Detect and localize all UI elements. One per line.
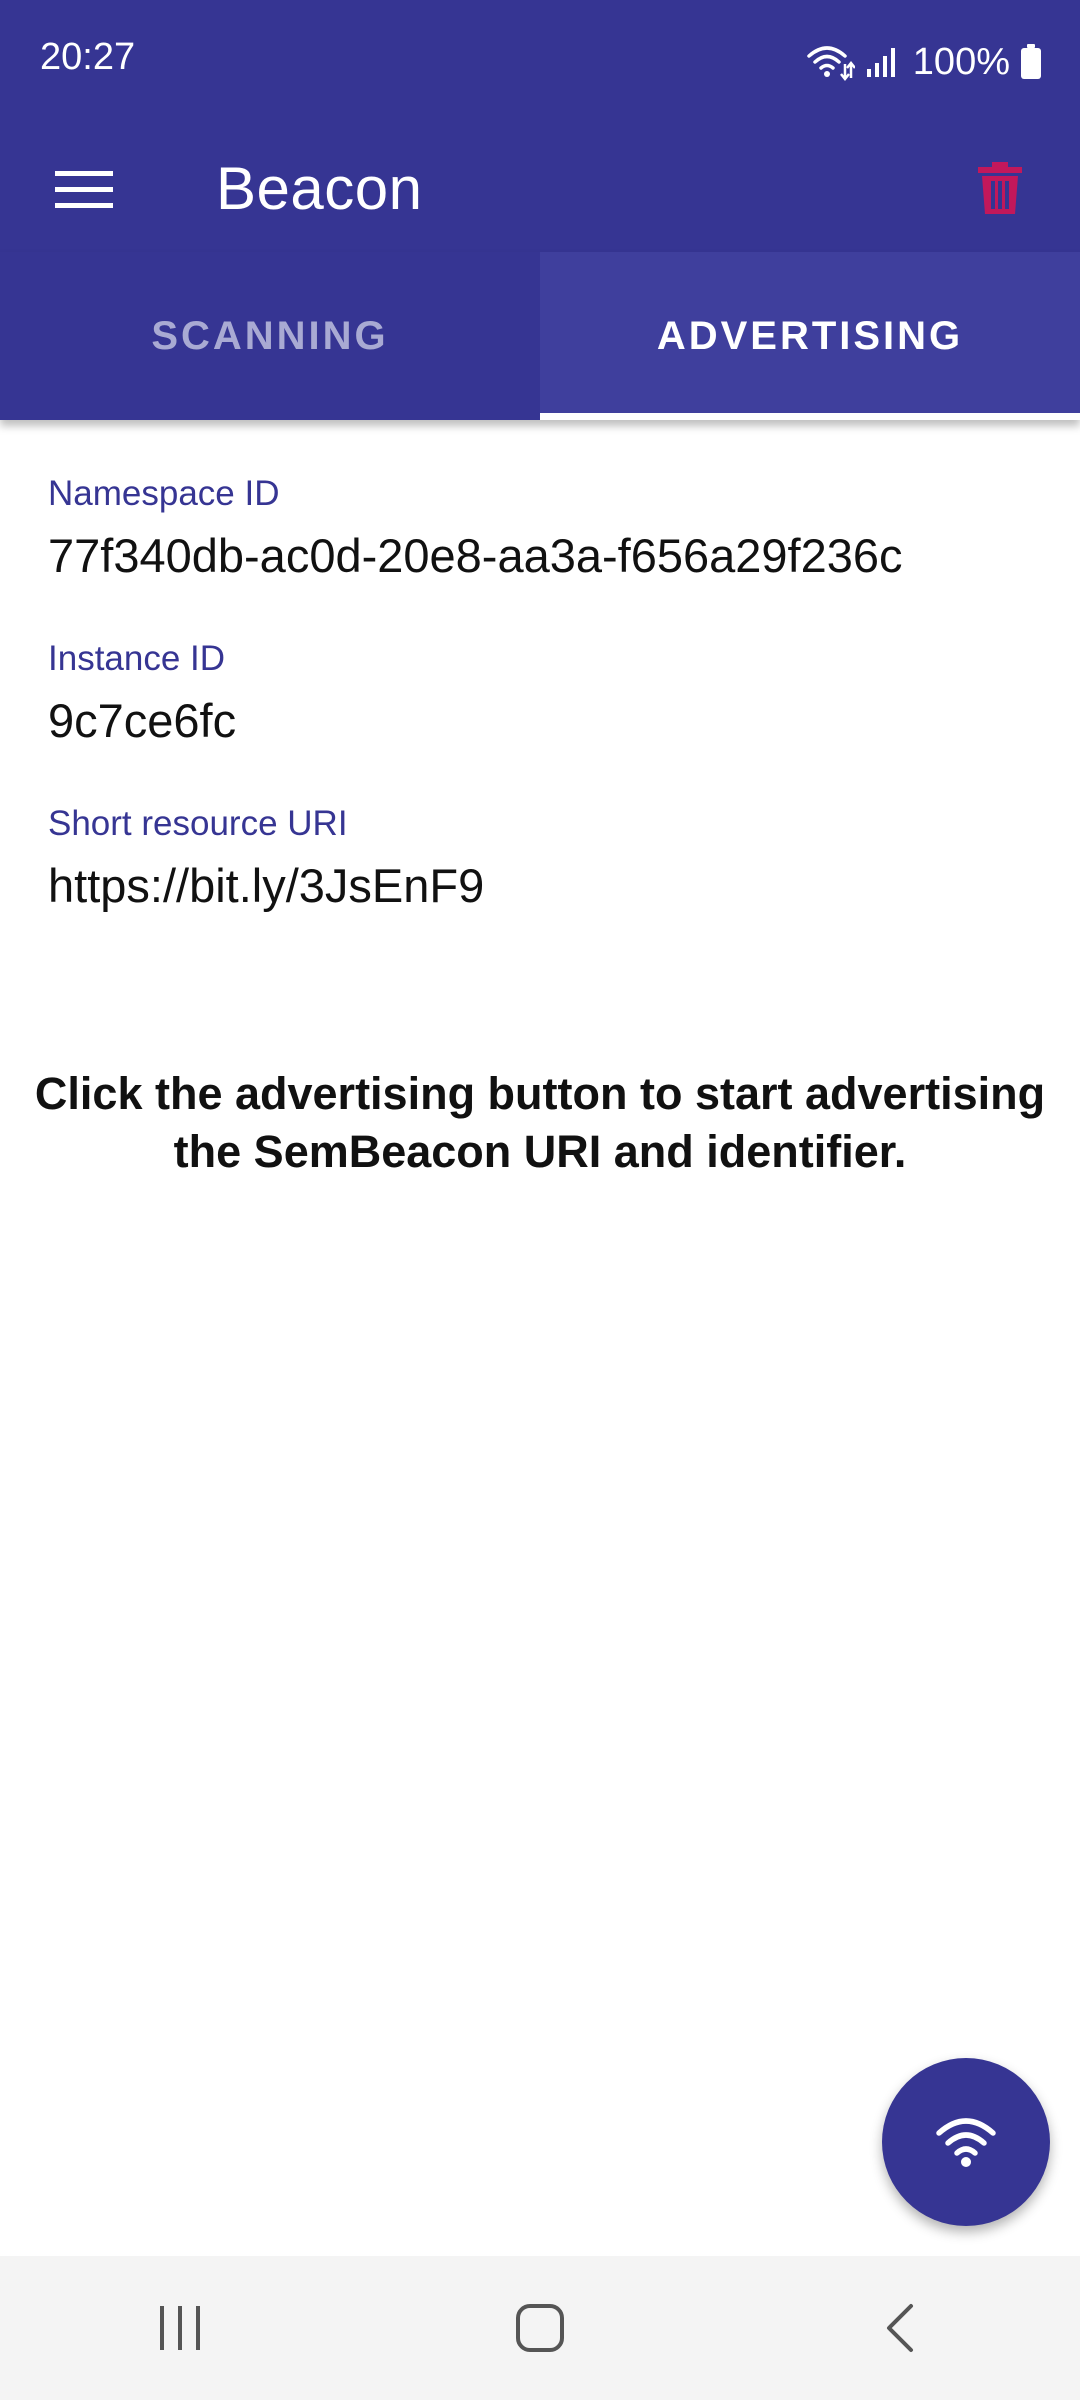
namespace-id-field: Namespace ID 77f340db-ac0d-20e8-aa3a-f65… — [48, 474, 903, 583]
tab-scanning[interactable]: SCANNING — [0, 252, 540, 420]
tab-advertising[interactable]: ADVERTISING — [540, 252, 1080, 420]
tab-bar: SCANNING ADVERTISING — [0, 252, 1080, 420]
home-button[interactable] — [470, 2278, 610, 2378]
tab-indicator — [540, 413, 1080, 420]
resource-uri-value: https://bit.ly/3JsEnF9 — [48, 859, 485, 912]
back-icon — [887, 2304, 913, 2352]
resource-uri-label: Short resource URI — [48, 804, 348, 843]
wifi-broadcast-icon — [936, 2118, 996, 2167]
instance-id-value: 9c7ce6fc — [48, 694, 237, 747]
resource-uri-field: Short resource URI https://bit.ly/3JsEnF… — [48, 804, 484, 913]
battery-icon — [1020, 44, 1042, 80]
home-icon — [516, 2304, 564, 2352]
system-nav-bar — [0, 2256, 1080, 2400]
app-bar: Beacon — [0, 122, 1080, 252]
status-time: 20:27 — [40, 36, 136, 78]
advertise-button[interactable] — [882, 2058, 1050, 2226]
recents-button[interactable] — [110, 2278, 250, 2378]
screen: 20:27 100% Beacon SCANNING ADVERTISING N… — [0, 0, 1080, 2400]
wifi-data-icon — [805, 42, 855, 82]
trash-icon — [978, 162, 1022, 214]
recents-icon — [160, 2306, 200, 2350]
status-bar: 20:27 100% — [0, 0, 1080, 122]
menu-icon — [55, 171, 113, 208]
battery-percent: 100% — [912, 40, 1010, 83]
instance-id-label: Instance ID — [48, 639, 226, 678]
namespace-id-label: Namespace ID — [48, 474, 280, 513]
instance-id-field: Instance ID 9c7ce6fc — [48, 639, 236, 748]
signal-icon — [865, 45, 899, 79]
delete-button[interactable] — [956, 144, 1044, 232]
tab-advertising-label: ADVERTISING — [656, 313, 964, 358]
app-title: Beacon — [216, 155, 423, 222]
status-indicators: 100% — [805, 38, 1042, 86]
instruction-message: Click the advertising button to start ad… — [34, 1068, 1046, 1177]
tab-scanning-label: SCANNING — [151, 313, 389, 358]
namespace-id-value: 77f340db-ac0d-20e8-aa3a-f656a29f236c — [48, 529, 903, 582]
back-button[interactable] — [830, 2278, 970, 2378]
menu-button[interactable] — [40, 146, 128, 234]
